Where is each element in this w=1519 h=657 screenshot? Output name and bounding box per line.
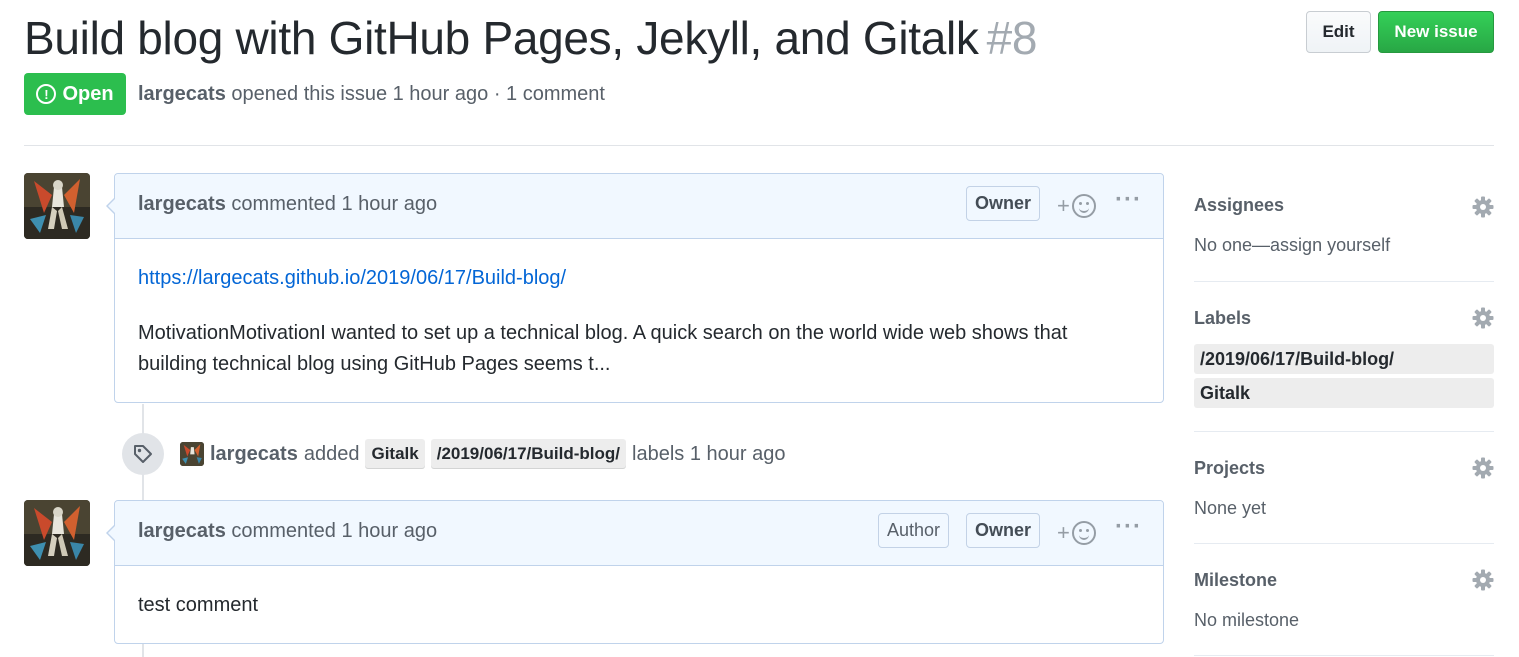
gear-icon[interactable] bbox=[1472, 196, 1494, 218]
issue-meta-description: opened this issue 1 hour ago · 1 comment bbox=[231, 82, 605, 105]
owner-badge: Owner bbox=[966, 513, 1041, 548]
sidebar-heading: Assignees bbox=[1194, 195, 1285, 215]
issue-number: #8 bbox=[986, 12, 1038, 64]
comment: largecats commented 1 hour ago Author Ow… bbox=[106, 500, 1164, 644]
edit-button[interactable]: Edit bbox=[1306, 11, 1371, 53]
labeled-event: largecats added Gitalk /2019/06/17/Build… bbox=[122, 429, 785, 479]
plus-icon: + bbox=[1057, 193, 1070, 218]
comment-header: largecats commented 1 hour ago Author Ow… bbox=[106, 501, 1163, 566]
smiley-icon bbox=[1071, 521, 1096, 545]
sidebar-heading: Projects bbox=[1194, 458, 1266, 478]
issue-opened-icon: ! bbox=[36, 84, 57, 104]
gear-icon[interactable] bbox=[1472, 569, 1494, 591]
issue-title-text: Build blog with GitHub Pages, Jekyll, an… bbox=[24, 12, 979, 64]
issue-title: Build blog with GitHub Pages, Jekyll, an… bbox=[24, 10, 1038, 66]
comment: largecats commented 1 hour ago Owner + ·… bbox=[106, 173, 1164, 403]
comment-options-button[interactable]: ··· bbox=[1115, 186, 1142, 214]
gear-icon[interactable] bbox=[1472, 457, 1494, 479]
event-icon-badge bbox=[122, 433, 164, 475]
comment-timestamp[interactable]: commented 1 hour ago bbox=[231, 520, 437, 542]
comment-author-link[interactable]: largecats bbox=[138, 520, 226, 542]
projects-value: None yet bbox=[1194, 498, 1267, 518]
new-issue-button[interactable]: New issue bbox=[1378, 11, 1494, 53]
avatar-image bbox=[24, 173, 90, 239]
sidebar-milestone: Milestone No milestone bbox=[1194, 544, 1494, 656]
sidebar-heading: Milestone bbox=[1194, 570, 1278, 590]
event-author-link[interactable]: largecats bbox=[210, 443, 298, 466]
comment-header: largecats commented 1 hour ago Owner + ·… bbox=[106, 174, 1163, 239]
plus-icon: + bbox=[1057, 520, 1070, 545]
comment-body-text: test comment bbox=[138, 594, 259, 616]
event-suffix: labels 1 hour ago bbox=[632, 442, 786, 465]
issue-meta: ! Open largecats opened this issue 1 hou… bbox=[24, 73, 605, 115]
post-link[interactable]: https://largecats.github.io/2019/06/17/B… bbox=[138, 267, 566, 289]
state-label: Open bbox=[62, 82, 114, 105]
comment-body-text: MotivationMotivationI wanted to set up a… bbox=[138, 322, 1068, 375]
sidebar-labels: Labels /2019/06/17/Build-blog/ Gitalk bbox=[1194, 282, 1494, 432]
label-chip-path[interactable]: /2019/06/17/Build-blog/ bbox=[430, 439, 626, 469]
avatar[interactable] bbox=[24, 173, 90, 239]
event-text: largecats added Gitalk /2019/06/17/Build… bbox=[210, 439, 785, 469]
comment-author-link[interactable]: largecats bbox=[138, 193, 226, 215]
comment-timestamp[interactable]: commented 1 hour ago bbox=[231, 193, 437, 215]
sidebar-heading: Labels bbox=[1194, 308, 1252, 328]
issue-author-link[interactable]: largecats bbox=[138, 83, 226, 105]
author-badge: Author bbox=[878, 513, 950, 548]
smiley-icon bbox=[1071, 194, 1096, 218]
issue-meta-text: largecats opened this issue 1 hour ago ·… bbox=[138, 83, 605, 106]
comment-body: https://largecats.github.io/2019/06/17/B… bbox=[115, 239, 1163, 402]
label-chip-gitalk[interactable]: Gitalk bbox=[365, 439, 425, 469]
event-avatar-image bbox=[180, 442, 204, 466]
avatar-image bbox=[24, 500, 90, 566]
sidebar-label-path[interactable]: /2019/06/17/Build-blog/ bbox=[1194, 344, 1494, 374]
comment-options-button[interactable]: ··· bbox=[1115, 513, 1142, 541]
milestone-value: No milestone bbox=[1194, 610, 1300, 630]
sidebar-projects: Projects None yet bbox=[1194, 432, 1494, 544]
add-reaction-button[interactable]: + bbox=[1057, 193, 1096, 219]
sidebar-assignees: Assignees No one—assign yourself bbox=[1194, 172, 1494, 282]
timeline-line bbox=[142, 644, 144, 657]
assign-yourself-link[interactable]: No one—assign yourself bbox=[1194, 235, 1390, 256]
sidebar-label-gitalk[interactable]: Gitalk bbox=[1194, 378, 1494, 408]
state-badge: ! Open bbox=[24, 73, 126, 115]
comment-head-text: largecats commented 1 hour ago bbox=[138, 520, 437, 543]
gear-icon[interactable] bbox=[1472, 307, 1494, 329]
event-action: added bbox=[303, 442, 360, 465]
issue-sidebar: Assignees No one—assign yourself Labels bbox=[1194, 172, 1494, 656]
owner-badge: Owner bbox=[966, 186, 1041, 221]
add-reaction-button[interactable]: + bbox=[1057, 520, 1096, 546]
event-avatar[interactable] bbox=[180, 442, 204, 466]
comment-body: test comment bbox=[115, 566, 1163, 643]
avatar[interactable] bbox=[24, 500, 90, 566]
tag-icon bbox=[134, 445, 152, 463]
comment-head-text: largecats commented 1 hour ago bbox=[138, 193, 437, 216]
issue-header: Build blog with GitHub Pages, Jekyll, an… bbox=[24, 0, 1494, 146]
